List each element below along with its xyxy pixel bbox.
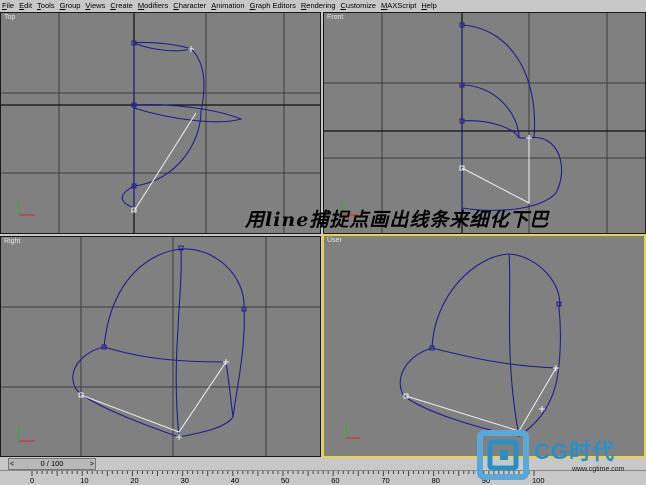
- viewport-right[interactable]: Right: [0, 236, 321, 457]
- menu-modifiers[interactable]: Modifiers: [138, 0, 168, 11]
- viewport-user[interactable]: User: [322, 234, 646, 458]
- logo-subtext: www.cgtime.com: [572, 466, 625, 473]
- ruler-label: 60: [331, 476, 339, 485]
- menu-customize[interactable]: Customize: [341, 0, 376, 11]
- ruler-label: 10: [80, 476, 88, 485]
- ruler-label: 40: [231, 476, 239, 485]
- cg-logo: CG时代 www.cgtime.com: [472, 428, 646, 485]
- viewport-user-canvas: [345, 253, 562, 439]
- menu-character[interactable]: Character: [173, 0, 206, 11]
- menu-rendering[interactable]: Rendering: [301, 0, 336, 11]
- menu-tools[interactable]: Tools: [37, 0, 55, 11]
- menu-animation[interactable]: Animation: [211, 0, 244, 11]
- annotation-text: 用line捕捉点画出线条来细化下巴: [245, 209, 550, 231]
- viewport-right-canvas: [1, 237, 320, 456]
- menu-maxscript[interactable]: MAXScript: [381, 0, 416, 11]
- menu-help[interactable]: Help: [421, 0, 436, 11]
- menu-graph-editors[interactable]: Graph Editors: [250, 0, 296, 11]
- ruler-label: 30: [181, 476, 189, 485]
- viewport-top[interactable]: Top: [0, 12, 321, 234]
- viewport-top-canvas: [1, 13, 320, 233]
- viewport-front-canvas: [324, 13, 645, 233]
- viewport-front[interactable]: Front: [323, 12, 646, 234]
- ruler-label: 20: [130, 476, 138, 485]
- ruler-label: 0: [30, 476, 34, 485]
- logo-text: CG时代: [534, 439, 616, 464]
- ruler-label: 70: [381, 476, 389, 485]
- time-slider[interactable]: < 0 / 100 >: [8, 458, 96, 470]
- menu-file[interactable]: File: [2, 0, 14, 11]
- slider-next-icon[interactable]: >: [90, 460, 94, 470]
- menu-bar: File Edit Tools Group Views Create Modifiers Ch…: [0, 0, 646, 11]
- logo-mark-icon: [477, 430, 529, 480]
- frame-display: 0 / 100: [40, 459, 64, 468]
- ruler-label: 80: [432, 476, 440, 485]
- menu-views[interactable]: Views: [85, 0, 105, 11]
- slider-prev-icon[interactable]: <: [10, 460, 14, 470]
- menu-group[interactable]: Group: [60, 0, 81, 11]
- ruler-label: 50: [281, 476, 289, 485]
- menu-create[interactable]: Create: [110, 0, 133, 11]
- menu-edit[interactable]: Edit: [19, 0, 32, 11]
